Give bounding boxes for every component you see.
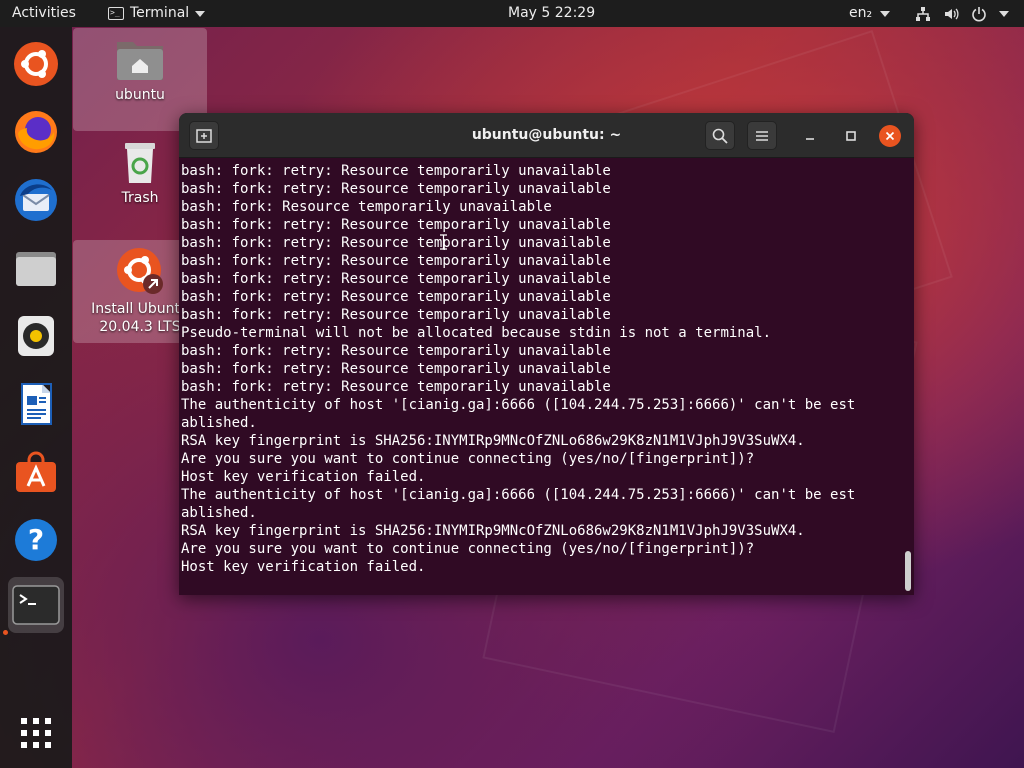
terminal-line: bash: fork: retry: Resource temporarily … (181, 307, 611, 323)
terminal-line: bash: fork: retry: Resource temporarily … (181, 343, 611, 359)
files-launcher[interactable] (8, 240, 64, 296)
terminal-line: RSA key fingerprint is SHA256:INYMIRp9MN… (181, 523, 805, 539)
firefox-icon (15, 111, 57, 153)
language-label: en₂ (849, 5, 873, 21)
document-icon (21, 383, 52, 425)
new-tab-icon (196, 128, 212, 143)
desktop-icon-label: ubuntu (115, 87, 165, 103)
terminal-line: Are you sure you want to continue connec… (181, 451, 755, 467)
terminal-icon (12, 585, 60, 625)
chevron-down-icon (880, 10, 891, 17)
new-tab-button[interactable] (189, 121, 219, 150)
rhythmbox-launcher[interactable] (8, 308, 64, 364)
system-tray[interactable] (915, 0, 1009, 27)
terminal-output[interactable]: bash: fork: retry: Resource temporarily … (179, 158, 914, 595)
terminal-line: bash: fork: retry: Resource temporarily … (181, 361, 611, 377)
terminal-line: bash: fork: retry: Resource temporarily … (181, 163, 611, 179)
terminal-line: ablished. (181, 415, 257, 431)
search-button[interactable] (705, 121, 735, 150)
top-bar: Activities >_ Terminal May 5 22:29 en₂ (0, 0, 1024, 27)
text-cursor-icon (440, 234, 447, 250)
terminal-line: bash: fork: retry: Resource temporarily … (181, 271, 611, 287)
terminal-line: RSA key fingerprint is SHA256:INYMIRp9MN… (181, 433, 805, 449)
ubuntu-software-launcher[interactable] (8, 444, 64, 500)
chevron-down-icon (999, 10, 1009, 17)
app-menu[interactable]: >_ Terminal (108, 0, 206, 27)
files-icon (16, 252, 56, 286)
terminal-launcher[interactable] (8, 577, 64, 633)
terminal-icon: >_ (108, 7, 124, 20)
maximize-icon (846, 131, 856, 141)
language-indicator[interactable]: en₂ (849, 0, 891, 27)
minimize-icon (806, 138, 814, 140)
terminal-line: The authenticity of host '[cianig.ga]:66… (181, 397, 856, 413)
terminal-line: bash: fork: retry: Resource temporarily … (181, 217, 611, 233)
dock: ? (0, 27, 72, 768)
close-button[interactable] (879, 125, 901, 147)
svg-text:?: ? (28, 523, 44, 556)
trash-icon (125, 143, 155, 183)
home-folder-icon (117, 42, 163, 80)
thunderbird-icon (15, 179, 57, 221)
terminal-line: bash: fork: retry: Resource temporarily … (181, 253, 611, 269)
help-launcher[interactable]: ? (8, 512, 64, 568)
ubuntu-software-center-launcher[interactable] (8, 36, 64, 92)
clock[interactable]: May 5 22:29 (508, 0, 595, 27)
terminal-line: Host key verification failed. (181, 469, 426, 485)
volume-icon (945, 8, 959, 19)
window-titlebar[interactable]: ubuntu@ubuntu: ~ (179, 113, 914, 158)
thunderbird-launcher[interactable] (8, 172, 64, 228)
hamburger-icon (756, 130, 768, 141)
network-icon (916, 6, 930, 21)
close-icon (885, 131, 895, 141)
minimize-button[interactable] (799, 125, 821, 147)
activities-button[interactable]: Activities (12, 0, 76, 27)
show-applications-button[interactable] (8, 705, 64, 761)
terminal-line: Are you sure you want to continue connec… (181, 541, 755, 557)
terminal-window[interactable]: ubuntu@ubuntu: ~ bash: fork: retry: Reso… (179, 113, 914, 595)
ubuntu-installer-icon (117, 248, 163, 294)
shopping-bag-icon (16, 451, 56, 492)
terminal-line: bash: fork: retry: Resource temporarily … (181, 379, 611, 395)
terminal-line: bash: fork: retry: Resource temporarily … (181, 181, 611, 197)
speaker-icon (18, 316, 54, 356)
terminal-line: bash: fork: retry: Resource temporarily … (181, 235, 611, 251)
scrollbar-thumb[interactable] (905, 551, 911, 591)
menu-button[interactable] (747, 121, 777, 150)
terminal-line: ablished. (181, 505, 257, 521)
terminal-line: Pseudo-terminal will not be allocated be… (181, 325, 772, 341)
terminal-line: bash: fork: retry: Resource temporarily … (181, 289, 611, 305)
grid-icon (21, 718, 51, 748)
power-icon (972, 6, 986, 21)
terminal-line: The authenticity of host '[cianig.ga]:66… (181, 487, 856, 503)
help-icon: ? (15, 519, 57, 561)
ubuntu-logo-icon (14, 42, 58, 86)
firefox-launcher[interactable] (8, 104, 64, 160)
search-icon (712, 128, 728, 144)
app-menu-label: Terminal (130, 5, 190, 21)
running-indicator (3, 630, 8, 635)
terminal-line: Host key verification failed. (181, 559, 426, 575)
libreoffice-writer-launcher[interactable] (8, 376, 64, 432)
terminal-line: bash: fork: Resource temporarily unavail… (181, 199, 552, 215)
maximize-button[interactable] (840, 125, 862, 147)
chevron-down-icon (195, 10, 206, 17)
